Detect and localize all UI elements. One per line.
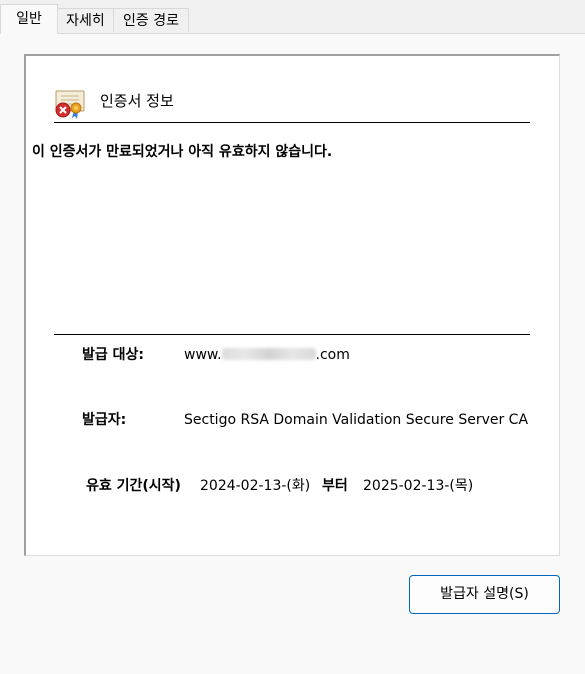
certificate-status-message: 이 인증서가 만료되었거나 아직 유효하지 않습니다.	[32, 144, 333, 160]
issued-by-label: 발급자:	[82, 412, 127, 428]
certificate-error-icon	[54, 88, 88, 120]
redacted-domain	[221, 348, 316, 360]
tab-details[interactable]: 자세히	[57, 8, 114, 32]
issuer-statement-button[interactable]: 발급자 설명(S)	[409, 575, 560, 614]
tab-general[interactable]: 일반	[0, 4, 58, 34]
issued-to-prefix: www.	[184, 347, 222, 363]
details-divider	[54, 334, 530, 335]
header-divider	[54, 122, 530, 123]
validity-to-label: 부터	[322, 478, 348, 494]
tab-certification-path[interactable]: 인증 경로	[113, 8, 189, 32]
certificate-header-title: 인증서 정보	[100, 92, 174, 110]
issued-to-label: 발급 대상:	[82, 347, 144, 363]
valid-to-value: 2025-02-13-(목)	[363, 478, 474, 494]
issued-to-value: www. .com	[184, 345, 350, 365]
issued-to-suffix: .com	[315, 347, 350, 363]
tab-strip: 자세히 인증 경로 일반	[0, 0, 585, 34]
certificate-info-box: 인증서 정보 이 인증서가 만료되었거나 아직 유효하지 않습니다. 발급 대상…	[24, 54, 560, 556]
valid-from-value: 2024-02-13-(화)	[200, 478, 311, 494]
validity-label: 유효 기간(시작)	[86, 478, 181, 494]
issued-by-value: Sectigo RSA Domain Validation Secure Ser…	[184, 412, 529, 428]
